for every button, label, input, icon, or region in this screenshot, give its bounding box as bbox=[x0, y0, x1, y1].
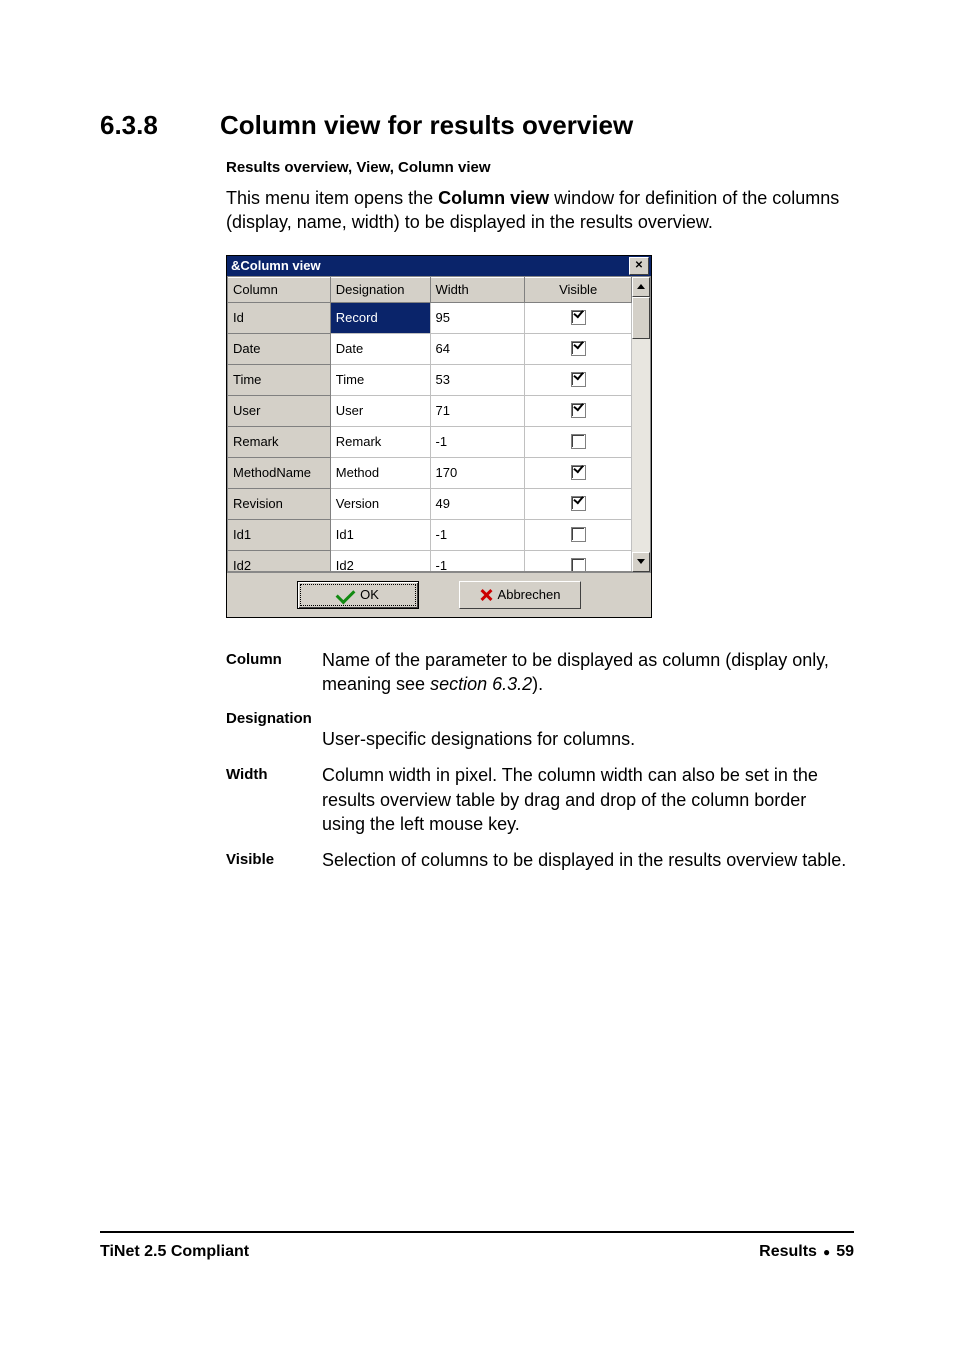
row-header-cell[interactable]: Time bbox=[228, 364, 330, 395]
checkmark-icon bbox=[336, 585, 356, 605]
designation-cell[interactable]: Remark bbox=[330, 426, 430, 457]
columns-grid[interactable]: Column Designation Width Visible IdRecor… bbox=[227, 276, 632, 572]
visible-cell[interactable] bbox=[525, 426, 632, 457]
designation-cell[interactable]: Date bbox=[330, 333, 430, 364]
visible-checkbox[interactable] bbox=[571, 434, 586, 449]
visible-checkbox[interactable] bbox=[571, 341, 586, 356]
scroll-track[interactable] bbox=[632, 339, 650, 552]
width-cell[interactable]: -1 bbox=[430, 519, 525, 550]
cancel-button-label: Abbrechen bbox=[498, 588, 561, 601]
header-column[interactable]: Column bbox=[228, 277, 330, 302]
arrow-up-icon bbox=[637, 284, 645, 289]
table-row[interactable]: Id2Id2-1 bbox=[228, 550, 632, 572]
header-visible[interactable]: Visible bbox=[525, 277, 632, 302]
cancel-button[interactable]: Abbrechen bbox=[459, 581, 581, 609]
visible-cell[interactable] bbox=[525, 519, 632, 550]
designation-cell[interactable]: Id2 bbox=[330, 550, 430, 572]
designation-cell[interactable]: Version bbox=[330, 488, 430, 519]
table-row[interactable]: TimeTime53 bbox=[228, 364, 632, 395]
visible-checkbox[interactable] bbox=[571, 496, 586, 511]
definition-visible: Visible Selection of columns to be displ… bbox=[226, 848, 854, 872]
arrow-down-icon bbox=[637, 559, 645, 564]
visible-checkbox[interactable] bbox=[571, 465, 586, 480]
scroll-thumb[interactable] bbox=[632, 297, 650, 339]
designation-cell[interactable]: Id1 bbox=[330, 519, 430, 550]
row-header-cell[interactable]: Id bbox=[228, 302, 330, 333]
width-cell[interactable]: 71 bbox=[430, 395, 525, 426]
definition-width: Width Column width in pixel. The column … bbox=[226, 763, 854, 836]
row-header-cell[interactable]: Revision bbox=[228, 488, 330, 519]
ok-button[interactable]: OK bbox=[297, 581, 419, 609]
page-footer: TiNet 2.5 Compliant Results●59 bbox=[100, 1231, 854, 1261]
visible-cell[interactable] bbox=[525, 457, 632, 488]
width-cell[interactable]: 53 bbox=[430, 364, 525, 395]
visible-checkbox[interactable] bbox=[571, 310, 586, 325]
section-number: 6.3.8 bbox=[100, 110, 220, 141]
header-designation[interactable]: Designation bbox=[330, 277, 430, 302]
visible-cell[interactable] bbox=[525, 550, 632, 572]
definition-column: Column Name of the parameter to be displ… bbox=[226, 648, 854, 697]
cross-icon bbox=[480, 589, 492, 601]
row-header-cell[interactable]: Id2 bbox=[228, 550, 330, 572]
width-cell[interactable]: -1 bbox=[430, 550, 525, 572]
visible-cell[interactable] bbox=[525, 302, 632, 333]
dialog-titlebar: &Column view ✕ bbox=[227, 256, 651, 276]
footer-right: Results●59 bbox=[759, 1243, 854, 1261]
row-header-cell[interactable]: Id1 bbox=[228, 519, 330, 550]
footer-left: TiNet 2.5 Compliant bbox=[100, 1243, 249, 1261]
row-header-cell[interactable]: Date bbox=[228, 333, 330, 364]
width-cell[interactable]: -1 bbox=[430, 426, 525, 457]
table-header-row: Column Designation Width Visible bbox=[228, 277, 632, 302]
designation-cell[interactable]: User bbox=[330, 395, 430, 426]
visible-checkbox[interactable] bbox=[571, 403, 586, 418]
row-header-cell[interactable]: User bbox=[228, 395, 330, 426]
row-header-cell[interactable]: Remark bbox=[228, 426, 330, 457]
intro-paragraph: This menu item opens the Column view win… bbox=[226, 186, 854, 235]
designation-cell[interactable]: Method bbox=[330, 457, 430, 488]
designation-cell[interactable]: Time bbox=[330, 364, 430, 395]
table-row[interactable]: UserUser71 bbox=[228, 395, 632, 426]
table-row[interactable]: IdRecord95 bbox=[228, 302, 632, 333]
visible-checkbox[interactable] bbox=[571, 558, 586, 571]
table-row[interactable]: RemarkRemark-1 bbox=[228, 426, 632, 457]
visible-checkbox[interactable] bbox=[571, 527, 586, 542]
visible-cell[interactable] bbox=[525, 333, 632, 364]
ok-button-label: OK bbox=[360, 588, 379, 601]
visible-cell[interactable] bbox=[525, 395, 632, 426]
width-cell[interactable]: 170 bbox=[430, 457, 525, 488]
scroll-down-button[interactable] bbox=[632, 552, 650, 572]
row-header-cell[interactable]: MethodName bbox=[228, 457, 330, 488]
table-row[interactable]: Id1Id1-1 bbox=[228, 519, 632, 550]
designation-cell[interactable]: Record bbox=[330, 302, 430, 333]
table-row[interactable]: MethodNameMethod170 bbox=[228, 457, 632, 488]
width-cell[interactable]: 64 bbox=[430, 333, 525, 364]
visible-cell[interactable] bbox=[525, 488, 632, 519]
dialog-button-row: OK Abbrechen bbox=[227, 573, 651, 617]
header-width[interactable]: Width bbox=[430, 277, 525, 302]
section-title: Column view for results overview bbox=[220, 110, 633, 140]
table-row[interactable]: RevisionVersion49 bbox=[228, 488, 632, 519]
visible-checkbox[interactable] bbox=[571, 372, 586, 387]
visible-cell[interactable] bbox=[525, 364, 632, 395]
scroll-up-button[interactable] bbox=[632, 277, 650, 297]
table-row[interactable]: DateDate64 bbox=[228, 333, 632, 364]
breadcrumb: Results overview, View, Column view bbox=[226, 159, 854, 176]
dialog-title: &Column view bbox=[231, 259, 321, 272]
width-cell[interactable]: 49 bbox=[430, 488, 525, 519]
definition-designation: Designation User-specific designations f… bbox=[226, 708, 854, 751]
section-heading: 6.3.8Column view for results overview bbox=[100, 110, 854, 141]
vertical-scrollbar[interactable] bbox=[632, 276, 651, 572]
close-button[interactable]: ✕ bbox=[629, 257, 649, 275]
close-icon: ✕ bbox=[635, 261, 643, 271]
width-cell[interactable]: 95 bbox=[430, 302, 525, 333]
column-view-dialog: &Column view ✕ Column Designation Width … bbox=[226, 255, 652, 618]
